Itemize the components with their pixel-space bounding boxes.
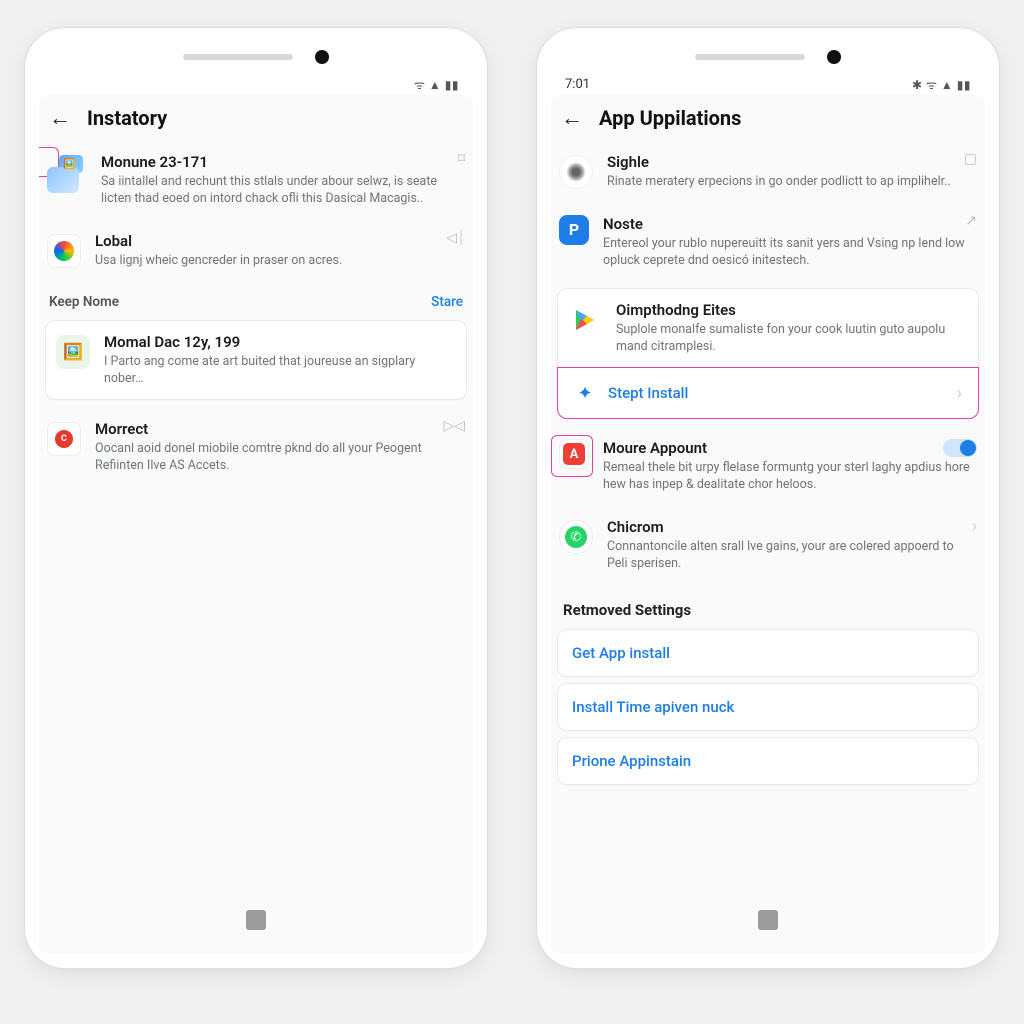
item-subtitle: Oocanl aoid donel miobile comtre pknd do…	[95, 441, 465, 475]
picture-icon: 🖼️	[63, 342, 83, 361]
gray-sphere-icon	[567, 163, 585, 181]
list-item-morrect[interactable]: C Morrect Oocanl aoid donel miobile comt…	[39, 410, 473, 489]
card-momal[interactable]: 🖼️ Momal Dac 12y, 199 I Parto ang come a…	[45, 320, 467, 401]
item-subtitle: Connantoncile alten srall lve gains, you…	[607, 539, 977, 573]
item-subtitle: Rinate meratery erpecions in go onder po…	[607, 174, 977, 191]
card-install-group: Oimpthodng Eites Suplole monalfe sumalis…	[557, 288, 979, 420]
item-title: Chicrom	[607, 518, 977, 536]
list-item-monune[interactable]: 🖼️ Monune 23-171 Sa iintallel and rechun…	[39, 143, 473, 222]
screen-left: ← Instatory 🖼️ Monune 23-171 Sa iintalle…	[39, 95, 473, 954]
next-glyph-icon: ▷◁	[443, 418, 465, 434]
stept-install-button[interactable]: ✦ Stept Install ›	[557, 367, 979, 419]
status-time: 7:01	[565, 77, 590, 92]
page-title: App Uppilations	[599, 106, 741, 130]
p-badge-icon: P	[559, 215, 589, 245]
item-title: Momal Dac 12y, 199	[104, 333, 456, 351]
item-title: Moure Appount	[603, 439, 977, 457]
chevron-right-icon: ›	[957, 383, 962, 404]
item-title: Oimpthodng Eites	[616, 301, 968, 319]
section-action-link[interactable]: Stare	[431, 294, 463, 310]
gear-hex-icon: ✦	[574, 382, 596, 404]
app-icon-sighle	[559, 155, 593, 189]
list-item-moure-appount[interactable]: A Moure Appount Remeal thele bit urpy fl…	[551, 429, 985, 508]
item-subtitle: I Parto ang come ate art buited that jou…	[104, 354, 456, 388]
square-glyph-icon: ▢	[964, 151, 977, 167]
button-install-time[interactable]: Install Time apiven nuck	[557, 683, 979, 731]
status-icons: ᯤ ▲ ▮▮	[414, 76, 459, 93]
chat-bubble-icon: ✆	[565, 526, 587, 548]
back-arrow-icon[interactable]: ←	[49, 105, 71, 131]
screen-right: ← App Uppilations Sighle Rinate meratery…	[551, 95, 985, 954]
sound-glyph-icon: ◁⏐	[446, 230, 465, 246]
section-heading-removed: Retmoved Settings	[551, 587, 985, 623]
page-title: Instatory	[87, 106, 167, 130]
stacked-app-icon: 🖼️	[47, 153, 87, 193]
play-store-icon	[568, 303, 602, 337]
button-prione-appinstain[interactable]: Prione Appinstain	[557, 737, 979, 785]
status-icons: ✱ ᯤ ▲ ▮▮	[912, 76, 971, 93]
item-title: Lobal	[95, 232, 465, 250]
chat-glyph-icon: ⌑	[458, 151, 465, 167]
list-item-lobal[interactable]: Lobal Usa lignj wheic gencreder in prase…	[39, 222, 473, 284]
red-circle-icon: C	[55, 430, 73, 448]
phone-right: 7:01 ✱ ᯤ ▲ ▮▮ ← App Uppilations Sighle R…	[537, 28, 999, 968]
item-title: Monune 23-171	[101, 153, 465, 171]
item-subtitle: Usa lignj wheic gencreder in praser on a…	[95, 253, 465, 270]
front-camera	[827, 50, 841, 64]
app-icon-momal: 🖼️	[56, 335, 90, 369]
list-item-noste[interactable]: P Noste Entereol your rublo nupereuitt i…	[551, 205, 985, 284]
app-header: ← App Uppilations	[551, 95, 985, 143]
item-title: Noste	[603, 215, 977, 233]
phone-top-hardware	[39, 48, 473, 66]
item-subtitle: Entereol your rublo nupereuitt its sanit…	[603, 236, 977, 270]
item-title: Morrect	[95, 420, 465, 438]
arrow-out-icon: ↗	[965, 213, 977, 229]
speaker-grill	[183, 54, 293, 60]
status-bar: ᯤ ▲ ▮▮	[39, 66, 473, 95]
app-icon-morrect: C	[47, 422, 81, 456]
nav-home-icon[interactable]	[246, 910, 266, 930]
item-subtitle: Remeal thele bit urpy flelase formuntg y…	[603, 460, 977, 494]
list-item-sighle[interactable]: Sighle Rinate meratery erpecions in go o…	[551, 143, 985, 205]
button-get-app-install[interactable]: Get App install	[557, 629, 979, 677]
section-label: Keep Nome	[49, 294, 119, 310]
app-icon-wrap: A	[559, 439, 589, 469]
whatsapp-icon: ✆	[559, 520, 593, 554]
action-label: Stept Install	[608, 384, 688, 402]
chevron-right-icon: ›	[972, 516, 977, 537]
multicolor-circle-icon	[54, 241, 74, 261]
list-item-oimpthodng[interactable]: Oimpthodng Eites Suplole monalfe sumalis…	[558, 291, 978, 368]
item-title: Sighle	[607, 153, 977, 171]
back-arrow-icon[interactable]: ←	[561, 105, 583, 131]
front-camera	[315, 50, 329, 64]
nav-home-icon[interactable]	[758, 910, 778, 930]
section-header-keep: Keep Nome Stare	[39, 284, 473, 316]
app-icon-lobal	[47, 234, 81, 268]
app-header: ← Instatory	[39, 95, 473, 143]
highlight-box-icon	[551, 435, 593, 477]
item-subtitle: Suplole monalfe sumaliste fon your cook …	[616, 322, 968, 356]
list-item-chicrom[interactable]: ✆ Chicrom Connantoncile alten srall lve …	[551, 508, 985, 587]
phone-top-hardware	[551, 48, 985, 66]
phone-left: ᯤ ▲ ▮▮ ← Instatory 🖼️ Monune 23-171 Sa i…	[25, 28, 487, 968]
item-subtitle: Sa iintallel and rechunt this stlals und…	[101, 174, 465, 208]
app-icon-wrap: 🖼️	[47, 153, 87, 193]
speaker-grill	[695, 54, 805, 60]
toggle-switch[interactable]	[943, 439, 977, 457]
status-bar: 7:01 ✱ ᯤ ▲ ▮▮	[551, 66, 985, 95]
